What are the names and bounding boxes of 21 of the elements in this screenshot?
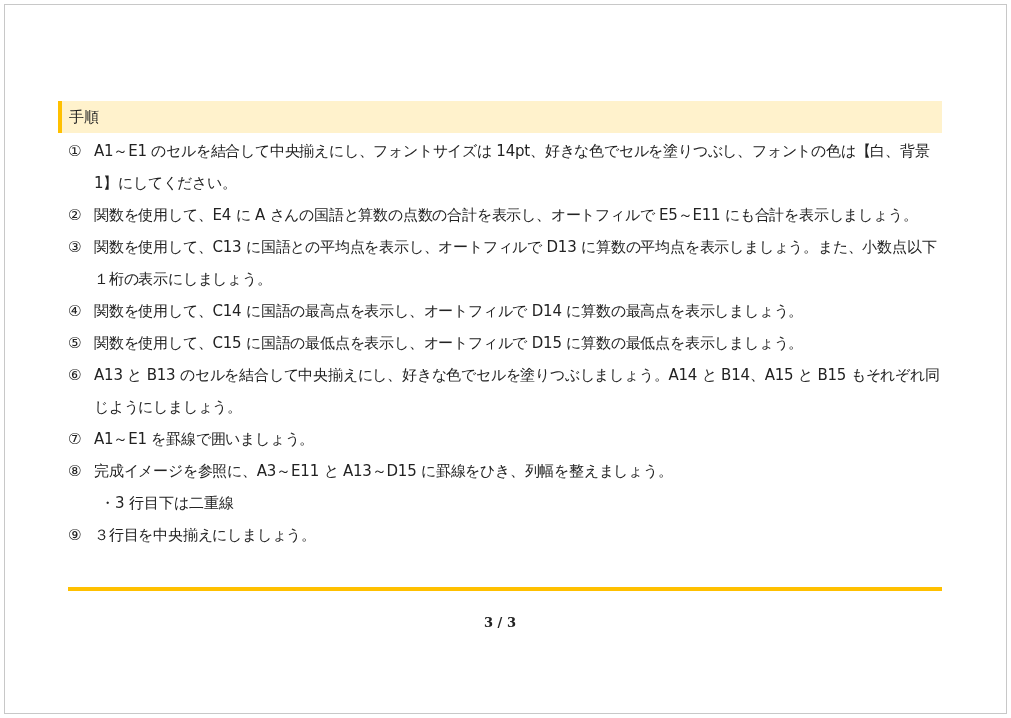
step-number: ③ [68,237,83,258]
step-text: A1～E1 を罫線で囲いましょう。 [94,429,316,450]
step-number: ② [68,205,83,226]
step-text: 関数を使用して、C14 に国語の最高点を表示し、オートフィルで D14 に算数の最高点を表示しましょう。 [94,301,805,322]
step-number: ① [68,141,83,162]
step-number: ④ [68,301,83,322]
step-number: ⑥ [68,365,83,386]
section-heading: 手順 [58,101,942,133]
step-text: 完成イメージを参照に、A3～E11 と A13～D15 に罫線をひき、列幅を整えましょう。 [94,461,674,482]
step-text: 関数を使用して、C15 に国語の最低点を表示し、オートフィルで D15 に算数の最低点を表示しましょう。 [94,333,805,354]
step-text: 関数を使用して、C13 に国語との平均点を表示し、オートフィルで D13 に算数の平均点を表示しましょう。また、小数点以下１桁の表示にしましょう。 [94,237,938,290]
step-text: 関数を使用して、E4 に A さんの国語と算数の点数の合計を表示し、オートフィルで E5～E11 にも合計を表示しましょう。 [94,205,919,226]
note-text: ・3 行目下は二重線 [100,493,236,514]
step-text: ３行目を中央揃えにしましょう。 [94,525,317,546]
step-number: ⑨ [68,525,83,546]
page-number: 3 / 3 [484,615,516,630]
step-text: A1～E1 のセルを結合して中央揃えにし、フォントサイズは 14pt、好きな色でセルを塗りつぶし、フォントの色は【白、背景 1】にしてください。 [94,141,931,194]
step-number: ⑤ [68,333,83,354]
step-number: ⑦ [68,429,83,450]
step-text: A13 と B13 のセルを結合して中央揃えにし、好きな色でセルを塗りつぶしましょう。A14 と B14、A15 と B15 もそれぞれ同じようにしましょう。 [94,365,941,418]
step-number: ⑧ [68,461,83,482]
